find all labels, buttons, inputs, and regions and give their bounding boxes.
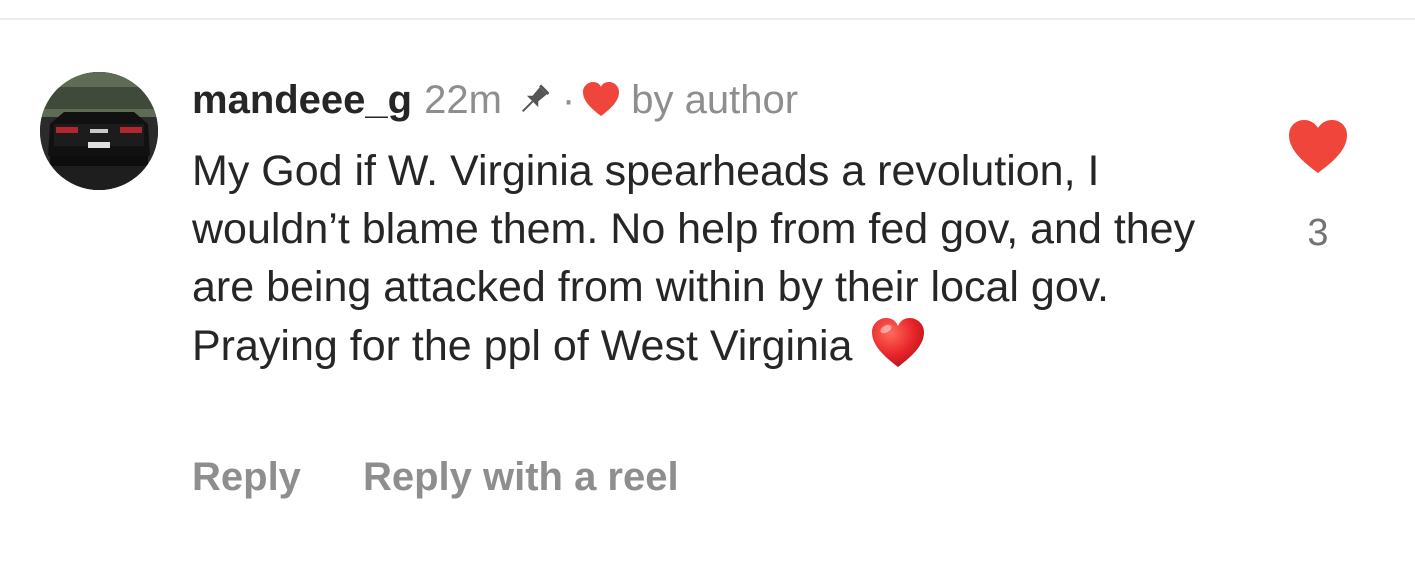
avatar[interactable]: [40, 72, 158, 190]
heart-emoji-icon: [872, 318, 925, 367]
timestamp: 22m: [424, 77, 502, 122]
separator-dot: ·: [561, 77, 576, 122]
like-column: 3: [1282, 118, 1354, 255]
liked-by-author-label: by author: [631, 77, 799, 122]
reply-button[interactable]: Reply: [192, 455, 301, 500]
car-photo-icon: [40, 72, 158, 190]
like-count: 3: [1307, 212, 1329, 254]
heart-icon: [583, 82, 620, 116]
comment-actions: Reply Reply with a reel: [192, 455, 679, 500]
divider: [0, 18, 1415, 20]
comment-meta: mandeee_g 22m · by author: [192, 70, 798, 130]
reply-with-reel-button[interactable]: Reply with a reel: [363, 455, 679, 500]
username-link[interactable]: mandeee_g: [192, 78, 412, 123]
comment-text-content: My God if W. Virginia spearheads a revol…: [192, 147, 1196, 370]
comment-text: My God if W. Virginia spearheads a revol…: [192, 142, 1202, 375]
comment-screen: mandeee_g 22m · by author My God if W. V…: [0, 0, 1415, 561]
heart-like-icon[interactable]: [1286, 118, 1350, 176]
pin-icon: [521, 84, 550, 113]
